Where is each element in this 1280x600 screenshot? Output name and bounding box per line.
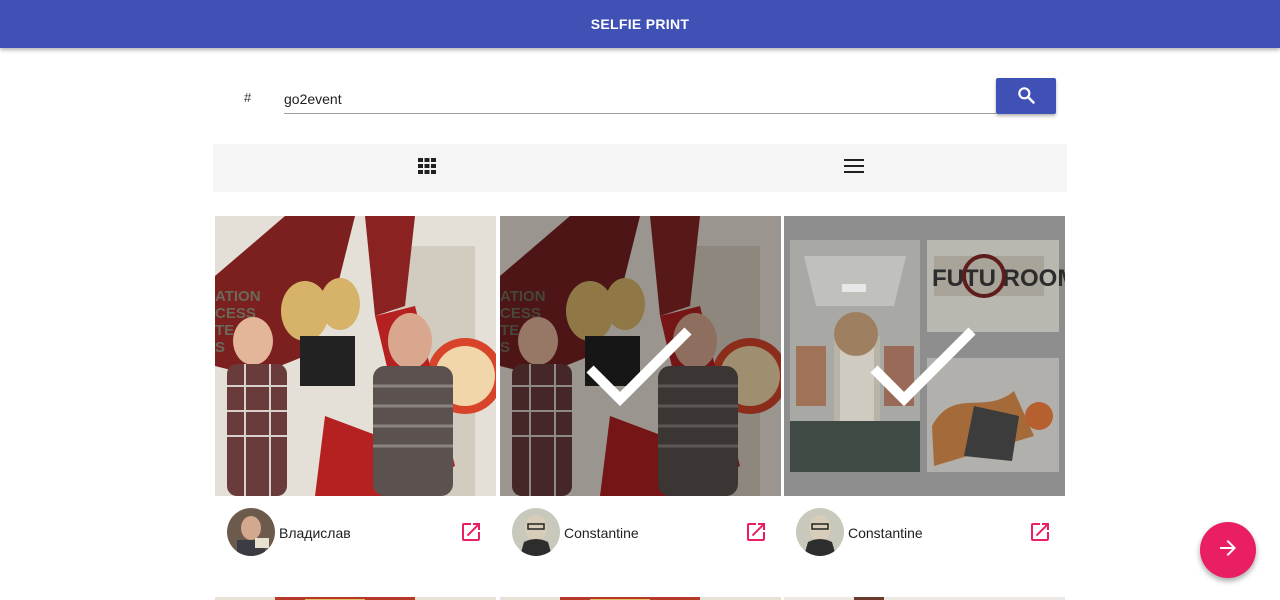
author-avatar <box>796 508 844 556</box>
hashtag-search-input[interactable] <box>284 84 996 114</box>
photo-thumbnail-partial[interactable] <box>215 592 496 600</box>
hashtag-prefix: # <box>244 90 252 105</box>
app-title: SELFIE PRINT <box>590 16 690 32</box>
list-view-tab[interactable] <box>640 144 1067 192</box>
svg-text:TE: TE <box>500 322 519 339</box>
author-name: Constantine <box>848 525 923 541</box>
photo-thumbnail[interactable]: FUTU ROOM <box>784 216 1065 496</box>
app-bar: SELFIE PRINT <box>0 0 1280 48</box>
arrow-forward-icon <box>1216 536 1240 565</box>
author-avatar <box>227 508 275 556</box>
photo-thumbnail[interactable]: ATION CESS TE S <box>215 216 496 496</box>
search-icon <box>1016 85 1036 108</box>
photo-card: ATION CESS TE S Владислав <box>215 216 496 556</box>
svg-text:ATION: ATION <box>215 288 261 305</box>
svg-text:ATION: ATION <box>500 288 546 305</box>
photo-thumbnail[interactable]: ATION CESS TE S <box>500 216 781 496</box>
photo-card: ATION CESS TE S Constantine <box>500 216 781 556</box>
selected-check-icon <box>864 321 984 416</box>
svg-text:S: S <box>500 339 510 356</box>
photo-card: FUTU ROOM Constantine <box>784 216 1065 556</box>
next-fab-button[interactable] <box>1200 522 1256 578</box>
author-name: Владислав <box>279 525 351 541</box>
open-in-new-icon[interactable] <box>744 520 768 544</box>
open-in-new-icon[interactable] <box>459 520 483 544</box>
author-name: Constantine <box>564 525 639 541</box>
photo-thumbnail-partial[interactable] <box>784 592 1065 600</box>
list-view-icon <box>843 158 864 178</box>
search-button[interactable] <box>996 78 1056 114</box>
author-avatar <box>512 508 560 556</box>
svg-text:S: S <box>215 339 225 356</box>
photo-thumbnail-partial[interactable] <box>500 592 781 600</box>
open-in-new-icon[interactable] <box>1028 520 1052 544</box>
grid-view-icon <box>417 157 436 179</box>
selected-check-icon <box>580 321 700 416</box>
svg-text:TE: TE <box>215 322 234 339</box>
view-mode-toolbar <box>213 144 1067 192</box>
grid-view-tab[interactable] <box>213 144 640 192</box>
